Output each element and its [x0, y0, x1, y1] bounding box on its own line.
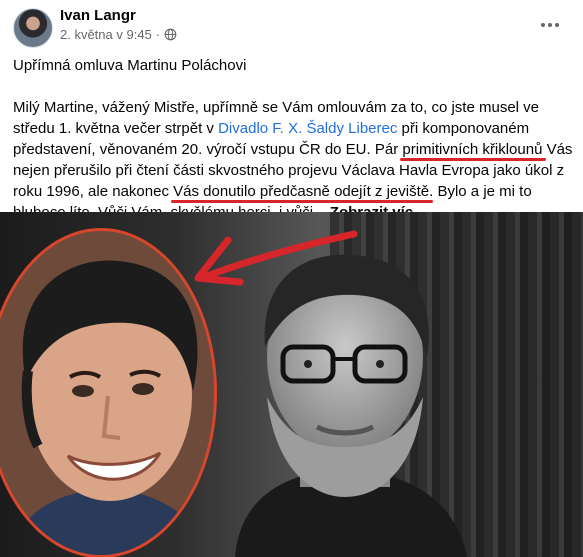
highlight-screamers: primitivních křiklounů — [402, 141, 543, 158]
author-avatar[interactable] — [13, 8, 53, 48]
more-horizontal-icon — [541, 23, 545, 27]
post-header: Ivan Langr 2. května v 9:45 · — [0, 0, 583, 50]
photo-man-left — [0, 231, 214, 555]
post-meta: 2. května v 9:45 · — [60, 27, 177, 42]
post-title: Upřímná omluva Martinu Poláchovi — [13, 57, 247, 74]
author-name[interactable]: Ivan Langr — [60, 7, 136, 24]
post-timestamp[interactable]: 2. května v 9:45 — [60, 27, 152, 42]
theatre-page-link[interactable]: Divadlo F. X. Šaldy Liberec — [218, 120, 397, 137]
inset-portrait-circle — [0, 228, 217, 557]
post-image[interactable] — [0, 212, 583, 557]
globe-icon[interactable] — [164, 28, 177, 41]
highlight-forced-leave: Vás donutilo předčasně odejít z jeviště — [173, 183, 430, 200]
post-text: Milý Martine, vážený Mistře, upřímně se … — [13, 97, 573, 223]
red-arrow-annotation — [194, 230, 358, 286]
photo-man-right — [235, 254, 467, 557]
more-options-button[interactable] — [535, 13, 565, 37]
meta-separator: · — [155, 27, 161, 42]
post-body: Upřímná omluva Martinu Poláchovi Milý Ma… — [13, 55, 573, 223]
